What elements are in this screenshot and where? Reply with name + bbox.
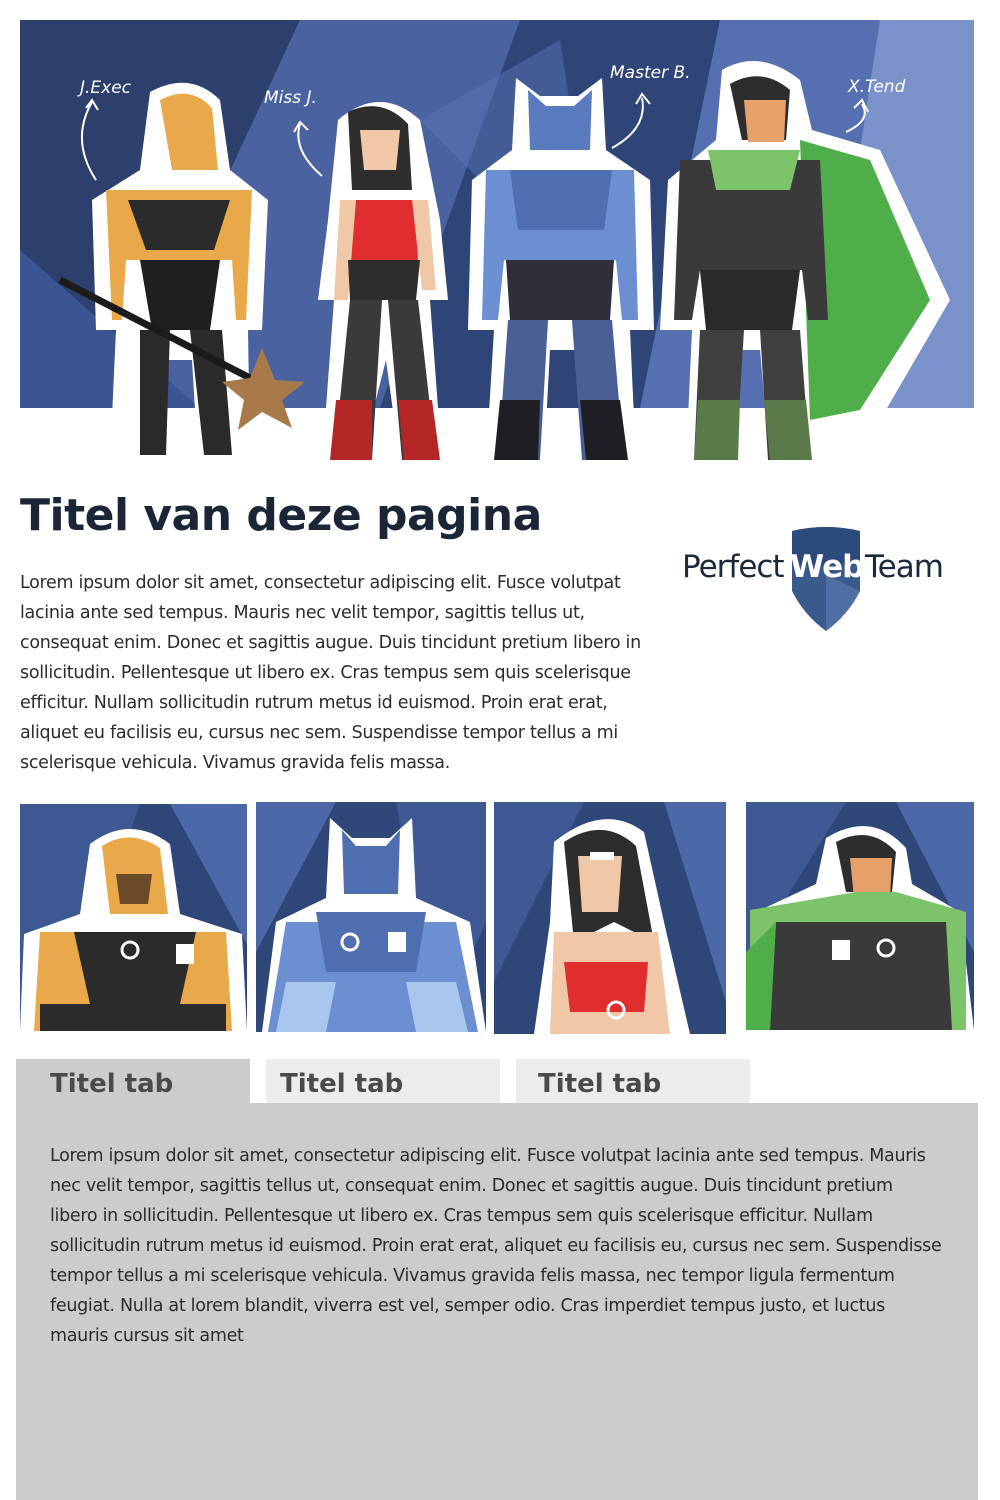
- hero-label-1: J.Exec: [77, 78, 132, 98]
- thumbnail-master-b[interactable]: [256, 802, 486, 1032]
- logo-text-web: Web: [790, 549, 864, 585]
- intro-paragraph: Lorem ipsum dolor sit amet, consectetur …: [20, 573, 641, 773]
- page-title: Titel van deze pagina: [20, 490, 542, 541]
- tab-panel-text: Lorem ipsum dolor sit amet, consectetur …: [50, 1146, 942, 1346]
- thumbnail-j-exec[interactable]: [20, 804, 247, 1031]
- thumbnail-x-tend[interactable]: [746, 802, 974, 1030]
- hero-label-4: X.Tend: [847, 77, 906, 97]
- superheroes-illustration: J.Exec Miss J. Master B. X.Tend: [20, 20, 974, 462]
- logo-text-perfect: Perfect: [682, 549, 785, 585]
- thumbnail-miss-j[interactable]: [494, 802, 726, 1034]
- hero-label-2: Miss J.: [264, 88, 317, 108]
- hero-banner: J.Exec Miss J. Master B. X.Tend: [0, 0, 1000, 470]
- tab-2[interactable]: Titel tab: [266, 1059, 500, 1103]
- hero-thumbnails: [0, 800, 1000, 1036]
- tab-panel: Lorem ipsum dolor sit amet, consectetur …: [16, 1103, 978, 1500]
- perfect-web-team-logo[interactable]: Perfect Web Team: [682, 525, 944, 633]
- tab-3[interactable]: Titel tab: [516, 1059, 750, 1103]
- logo-text-team: Team: [865, 549, 944, 585]
- tab-1-active[interactable]: Titel tab: [16, 1059, 250, 1105]
- hero-label-3: Master B.: [610, 63, 691, 83]
